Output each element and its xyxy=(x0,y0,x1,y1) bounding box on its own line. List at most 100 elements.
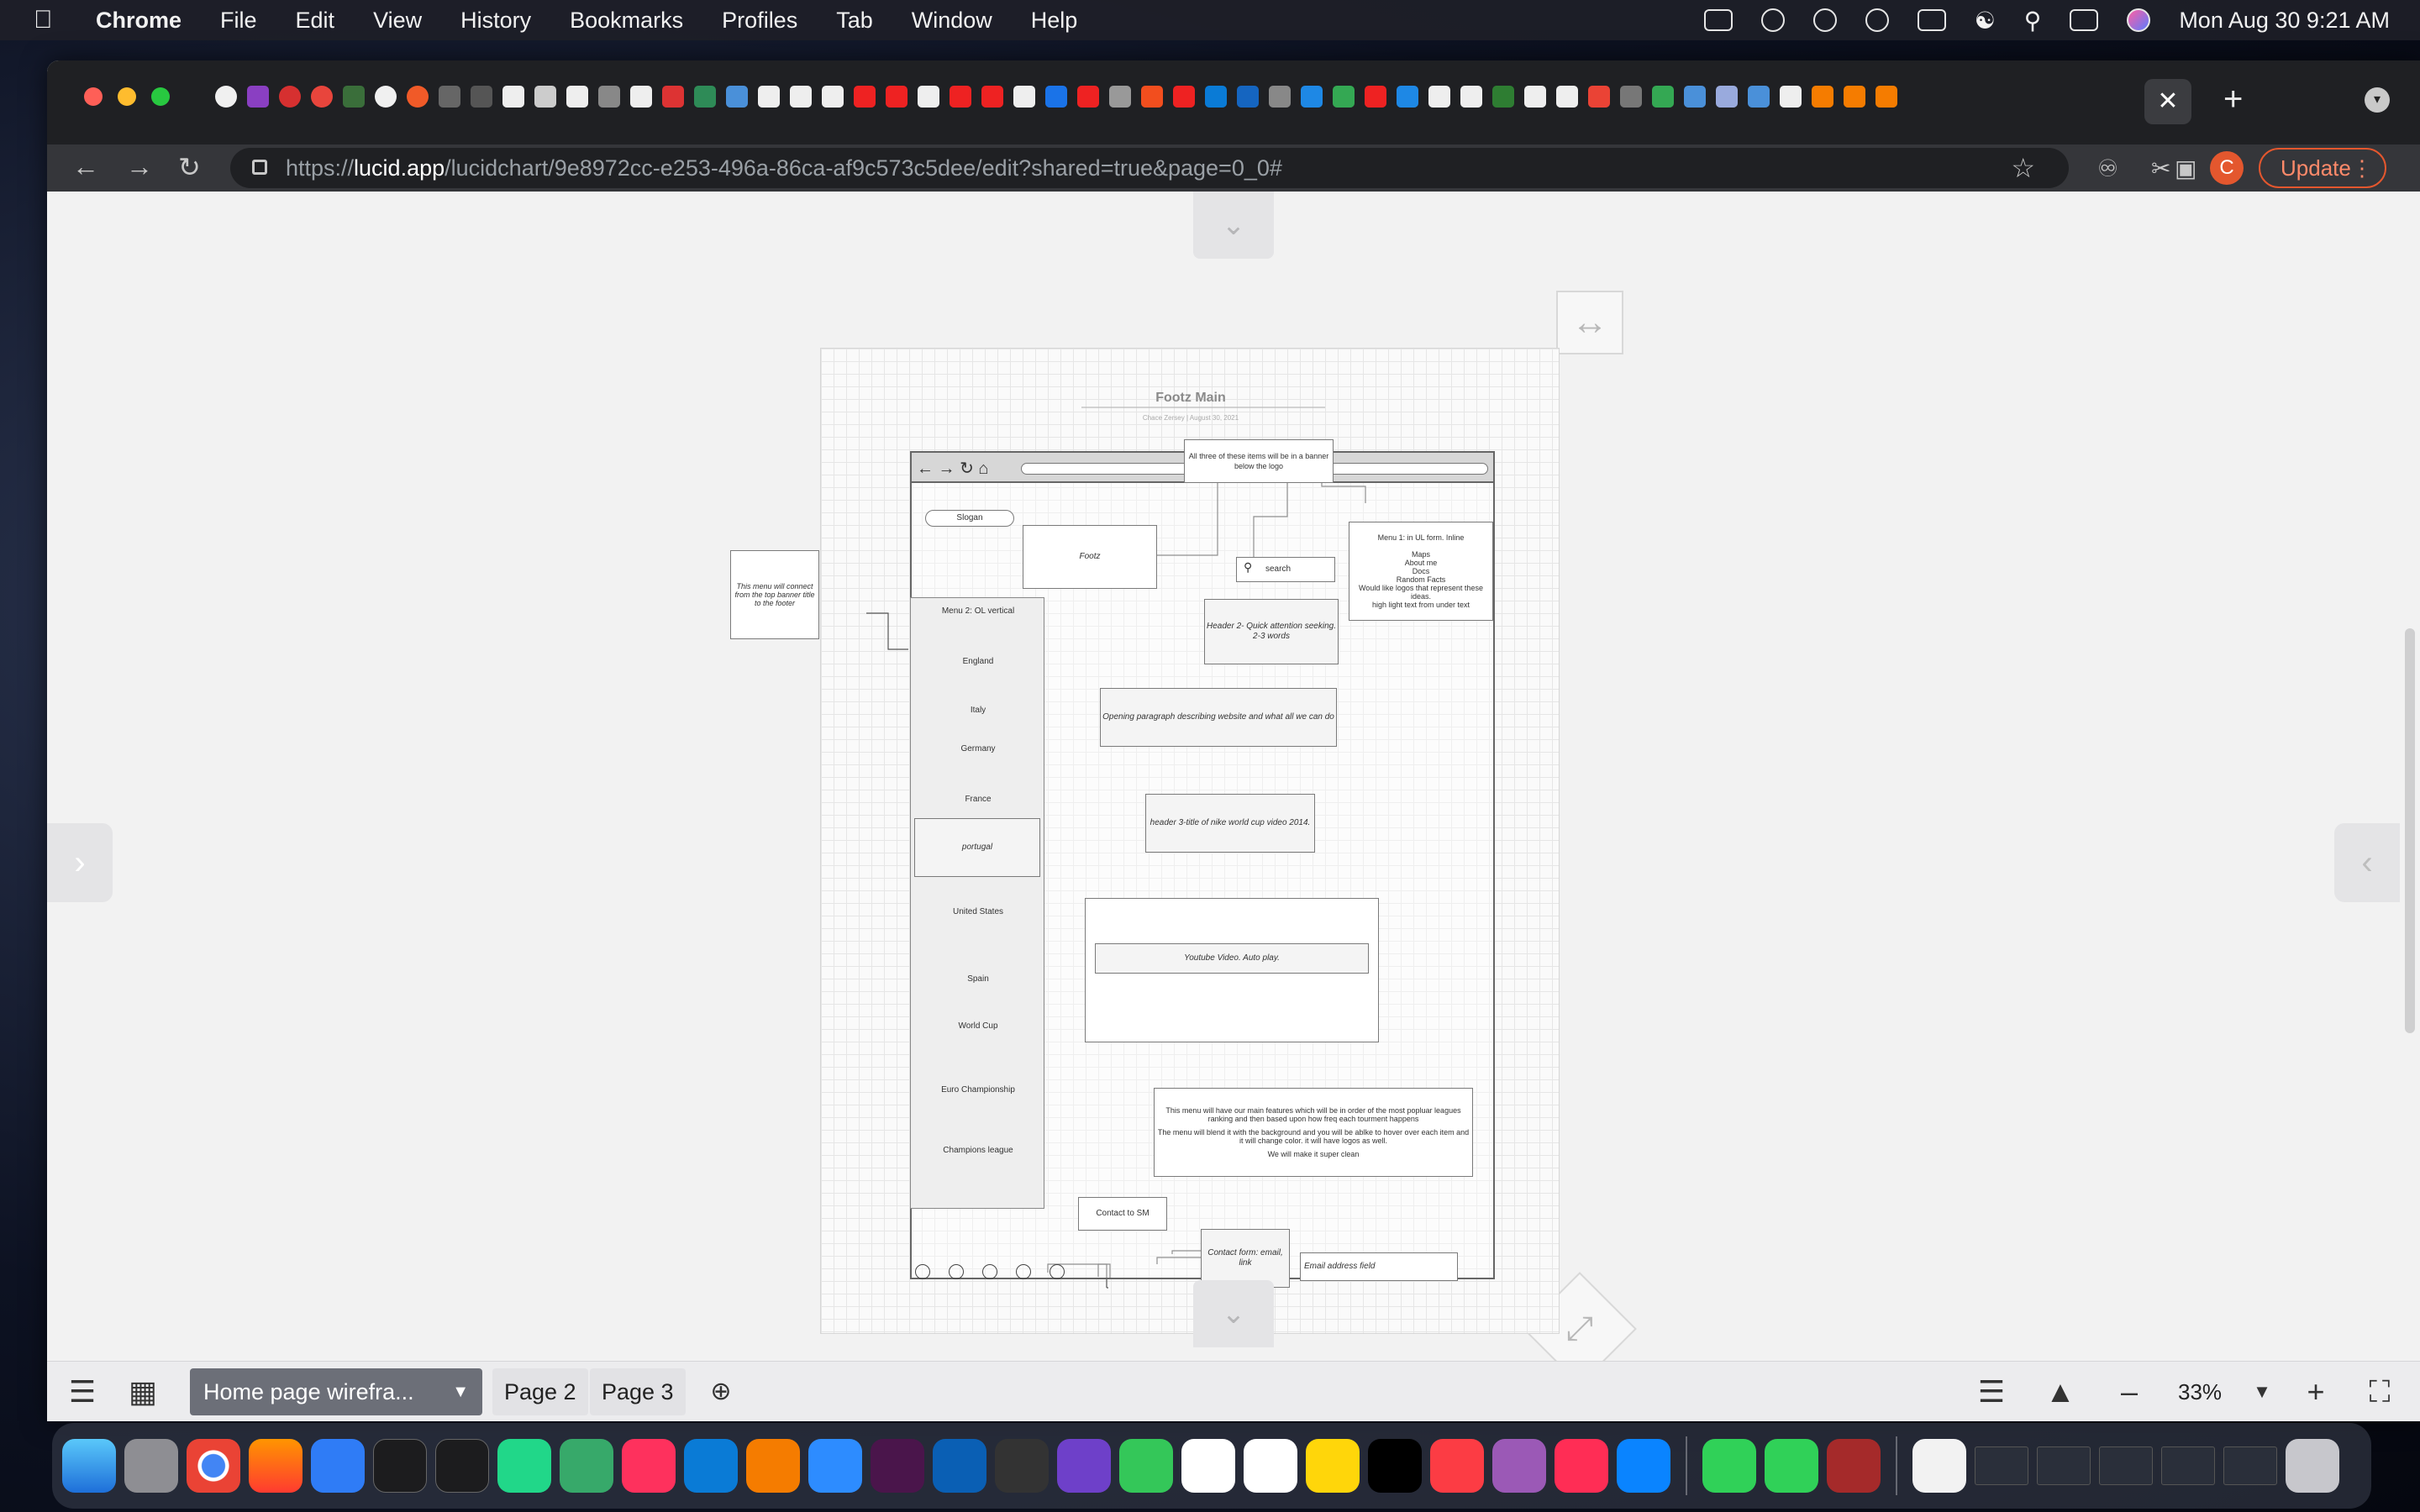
tab-icon-j[interactable] xyxy=(758,86,780,108)
chrome-icon[interactable] xyxy=(187,1439,240,1493)
menu-edit[interactable]: Edit xyxy=(296,8,335,34)
tab-icon-aa[interactable] xyxy=(1492,86,1514,108)
tab-icon-n[interactable] xyxy=(1013,86,1035,108)
tab-icon-aj[interactable] xyxy=(1812,86,1833,108)
youtube-tab-icon-2[interactable] xyxy=(886,86,908,108)
zoom-window-button[interactable] xyxy=(151,87,170,106)
github-tab-icon[interactable] xyxy=(215,86,237,108)
new-tab-button[interactable]: + xyxy=(2223,81,2243,118)
menu-view[interactable]: View xyxy=(373,8,422,34)
ga-tab-icon[interactable] xyxy=(279,86,301,108)
reminders-icon[interactable] xyxy=(1244,1439,1297,1493)
more-menu-icon[interactable]: ⋮ xyxy=(2351,150,2373,186)
update-chrome-button[interactable]: Update ⋮ xyxy=(2259,148,2386,188)
calendar-icon[interactable] xyxy=(1181,1439,1235,1493)
siri-icon[interactable] xyxy=(2127,8,2151,32)
minimized-window-5[interactable] xyxy=(2223,1446,2277,1485)
zoom-in-icon[interactable]: + xyxy=(2296,1372,2336,1412)
messages-icon[interactable] xyxy=(1702,1439,1756,1493)
tab-icon-k[interactable] xyxy=(790,86,812,108)
tab-icon-u[interactable] xyxy=(1301,86,1323,108)
tab-icon-v[interactable] xyxy=(1333,86,1355,108)
tab-icon-ae[interactable] xyxy=(1652,86,1674,108)
lucid-canvas[interactable]: ⌄ › ‹ ↔ ⤢ Footz Main Chace Zersey | Augu… xyxy=(47,192,2420,1421)
intellij-icon[interactable] xyxy=(622,1439,676,1493)
tab-icon-e[interactable] xyxy=(598,86,620,108)
tab-icon-x[interactable] xyxy=(1397,86,1418,108)
pin-status-icon[interactable] xyxy=(1812,8,1837,32)
tab-icon-ah[interactable] xyxy=(1748,86,1770,108)
close-window-button[interactable] xyxy=(84,87,103,106)
tab-icon-y[interactable] xyxy=(1428,86,1450,108)
tab-icon-ak[interactable] xyxy=(1844,86,1865,108)
tab-icon-q[interactable] xyxy=(1109,86,1131,108)
podcasts-icon[interactable] xyxy=(1492,1439,1546,1493)
page-tab-home[interactable]: Home page wirefra... ▼ xyxy=(190,1368,482,1415)
tab-icon-al[interactable] xyxy=(1876,86,1897,108)
tab-icon-c[interactable] xyxy=(534,86,556,108)
next-page-chevron-icon[interactable]: ⌄ xyxy=(1193,1280,1274,1347)
control-center-icon[interactable] xyxy=(2070,9,2099,31)
menu-tab[interactable]: Tab xyxy=(836,8,873,34)
reload-icon[interactable]: ↻ xyxy=(178,151,201,183)
gmail-tab-icon[interactable] xyxy=(1588,86,1610,108)
forward-icon[interactable]: → xyxy=(126,151,153,182)
navigation-icon[interactable]: ▲ xyxy=(2040,1372,2081,1412)
add-page-icon[interactable]: ⊕ xyxy=(701,1372,741,1412)
tab-icon-o[interactable] xyxy=(1045,86,1067,108)
resize-horizontal-handle[interactable]: ↔ xyxy=(1556,291,1623,354)
tab-icon-h[interactable] xyxy=(694,86,716,108)
tab-icon-g[interactable] xyxy=(662,86,684,108)
zoom-dropdown-icon[interactable]: ▼ xyxy=(2242,1372,2282,1412)
google-tab-icon[interactable] xyxy=(311,86,333,108)
iterm-icon[interactable] xyxy=(435,1439,489,1493)
minimize-window-button[interactable] xyxy=(118,87,136,106)
page-tab-dropdown-icon[interactable]: ▼ xyxy=(452,1368,469,1415)
tab-icon-ai[interactable] xyxy=(1780,86,1802,108)
minimized-window-3[interactable] xyxy=(2099,1446,2153,1485)
minimized-window-2[interactable] xyxy=(2037,1446,2091,1485)
pycharm-icon[interactable] xyxy=(497,1439,551,1493)
profile-tab-icon[interactable] xyxy=(247,86,269,108)
previous-page-chevron-icon[interactable]: ⌄ xyxy=(1193,192,1274,259)
active-tab-close-icon[interactable]: ✕ xyxy=(2144,79,2191,124)
tab-icon-t[interactable] xyxy=(1269,86,1291,108)
asterisk-tab-icon[interactable] xyxy=(407,86,429,108)
tab-icon-d[interactable] xyxy=(566,86,588,108)
apple-menu-icon[interactable]:  xyxy=(34,6,76,34)
tab-icon-b[interactable] xyxy=(502,86,524,108)
tab-icon-p[interactable] xyxy=(1077,86,1099,108)
page-tab-3[interactable]: Page 3 xyxy=(590,1368,686,1415)
spotlight-search-icon[interactable]: ⚲ xyxy=(2024,7,2042,34)
tab-icon-l[interactable] xyxy=(822,86,844,108)
tab-icon-w[interactable] xyxy=(1365,86,1386,108)
finder-icon[interactable] xyxy=(62,1439,116,1493)
menu-history[interactable]: History xyxy=(460,8,531,34)
left-panel-toggle-icon[interactable]: › xyxy=(47,823,113,902)
vscode-icon[interactable] xyxy=(684,1439,738,1493)
extension-icon-1[interactable]: ♾ xyxy=(2097,155,2124,181)
youtube-tab-icon-4[interactable] xyxy=(981,86,1003,108)
right-panel-toggle-icon[interactable]: ‹ xyxy=(2334,823,2400,902)
layers-icon[interactable]: ☰ xyxy=(1971,1372,2012,1412)
youtube-tab-icon-1[interactable] xyxy=(854,86,876,108)
tab-icon-f[interactable] xyxy=(630,86,652,108)
page-tab-2[interactable]: Page 2 xyxy=(492,1368,588,1415)
figma-tab-icon[interactable] xyxy=(1141,86,1163,108)
app-store-connect-icon[interactable] xyxy=(933,1439,986,1493)
tab-search-icon[interactable]: ▾ xyxy=(2365,87,2390,113)
page-grid-icon[interactable]: ▦ xyxy=(123,1372,163,1412)
github-tab-icon-2[interactable] xyxy=(375,86,397,108)
vscode-tab-icon[interactable] xyxy=(1205,86,1227,108)
youtube-tab-icon-3[interactable] xyxy=(950,86,971,108)
code-tab-icon[interactable] xyxy=(439,86,460,108)
diagram-page[interactable]: Footz Main Chace Zersey | August 30, 202… xyxy=(730,348,1560,1334)
slack-icon[interactable] xyxy=(871,1439,924,1493)
play-status-icon[interactable] xyxy=(1865,8,1889,32)
address-bar[interactable]: https://lucid.app/lucidchart/9e8972cc-e2… xyxy=(230,148,2069,188)
tab-icon-ac[interactable] xyxy=(1556,86,1578,108)
tab-icon-af[interactable] xyxy=(1684,86,1706,108)
tab-icon-z[interactable] xyxy=(1460,86,1482,108)
launchpad-icon[interactable] xyxy=(124,1439,178,1493)
fullscreen-icon[interactable]: ⛶ xyxy=(2360,1372,2400,1412)
